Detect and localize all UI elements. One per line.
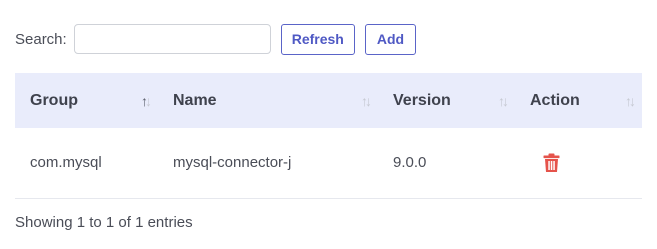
column-header-label: Version bbox=[393, 91, 451, 109]
toolbar: Search: Refresh Add bbox=[15, 23, 417, 55]
search-input[interactable] bbox=[73, 24, 271, 54]
cell-name: mysql-connector-j bbox=[173, 154, 292, 172]
sort-icon[interactable]: ↑↓ bbox=[141, 93, 152, 109]
column-header-label: Group bbox=[30, 91, 78, 109]
refresh-button[interactable]: Refresh bbox=[280, 23, 355, 55]
column-header-label: Action bbox=[530, 91, 580, 109]
column-header-label: Name bbox=[173, 91, 217, 109]
sort-icon[interactable]: ↑↓ bbox=[361, 93, 372, 109]
table-info: Showing 1 to 1 of 1 entries bbox=[15, 214, 193, 231]
sort-icon[interactable]: ↑↓ bbox=[498, 93, 509, 109]
column-header-group[interactable]: Group ↑↓ bbox=[15, 73, 158, 128]
trash-icon[interactable] bbox=[543, 153, 560, 177]
table-row: com.mysql mysql-connector-j 9.0.0 bbox=[15, 128, 642, 198]
add-button[interactable]: Add bbox=[364, 23, 417, 55]
column-header-version[interactable]: Version ↑↓ bbox=[378, 73, 515, 128]
cell-group: com.mysql bbox=[30, 154, 102, 172]
data-table: Group ↑↓ Name ↑↓ Version ↑↓ Action ↑↓ co… bbox=[15, 73, 642, 199]
cell-version: 9.0.0 bbox=[393, 154, 427, 172]
column-header-action[interactable]: Action ↑↓ bbox=[515, 73, 642, 128]
column-header-name[interactable]: Name ↑↓ bbox=[158, 73, 378, 128]
cell-action bbox=[515, 128, 642, 198]
sort-icon[interactable]: ↑↓ bbox=[625, 93, 636, 109]
search-label: Search: bbox=[15, 30, 67, 48]
table-header-row: Group ↑↓ Name ↑↓ Version ↑↓ Action ↑↓ bbox=[15, 73, 642, 128]
